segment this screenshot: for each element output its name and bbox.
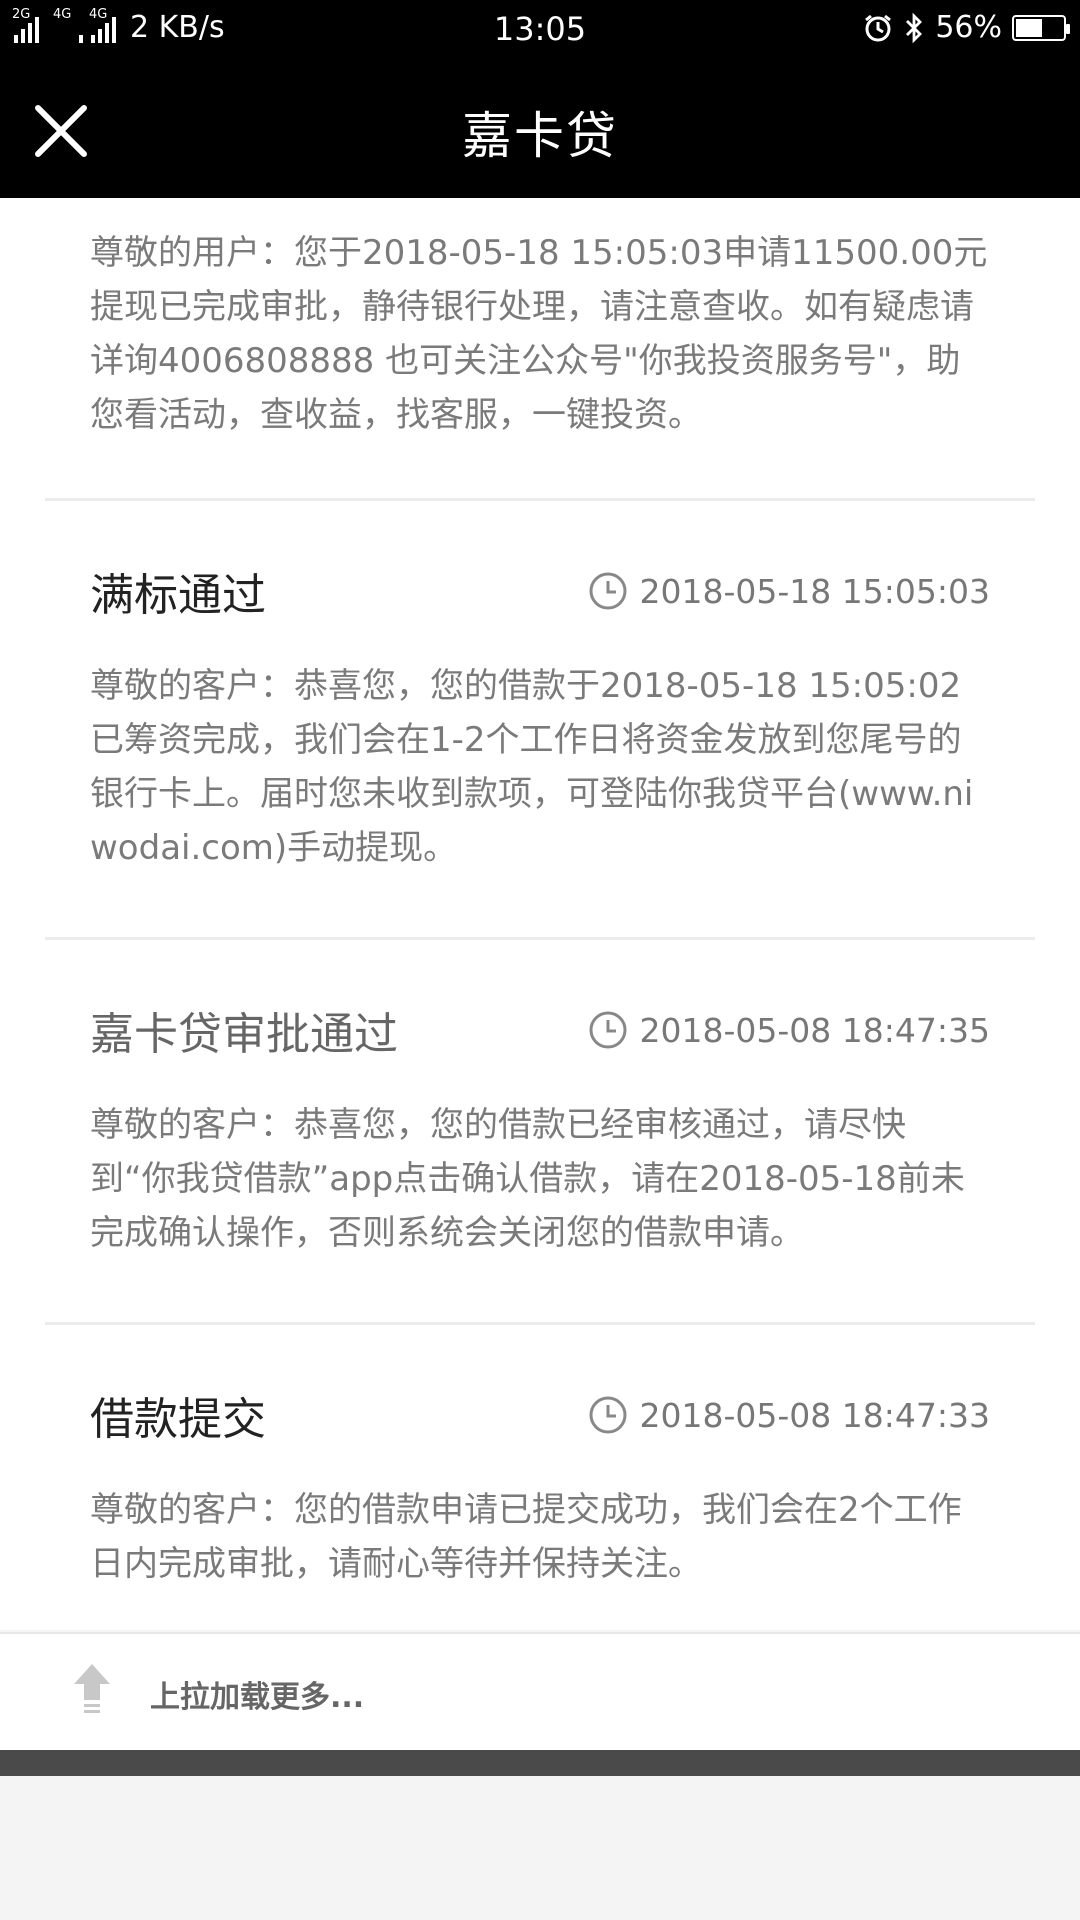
- message-body: 尊敬的客户：您的借款申请已提交成功，我们会在2个工作日内完成审批，请耐心等待并保…: [90, 1490, 962, 1584]
- message-time: 2018-05-08 18:47:35: [588, 1010, 990, 1050]
- title-bar: 嘉卡贷: [0, 56, 1080, 198]
- message-body: 尊敬的用户：您于2018-05-18 15:05:03申请11500.00元提现…: [90, 233, 988, 435]
- load-more-bar[interactable]: 上拉加载更多...: [0, 1632, 1080, 1752]
- status-bar: 2G 4G 4G 2 KB/s 13:05 56%: [0, 0, 1080, 56]
- message-title: 满标通过: [90, 570, 266, 621]
- message-body: 尊敬的客户：恭喜您，您的借款于2018-05-18 15:05:02已筹资完成，…: [90, 666, 974, 868]
- message-time-text: 2018-05-18 15:05:03: [639, 571, 990, 611]
- message-time-text: 2018-05-08 18:47:33: [639, 1395, 990, 1435]
- message-body: 尊敬的客户：恭喜您，您的借款已经审核通过，请尽快到“你我贷借款”app点击确认借…: [90, 1105, 965, 1253]
- page-title: 嘉卡贷: [462, 107, 618, 165]
- message-time: 2018-05-18 15:05:03: [588, 571, 990, 611]
- battery-level: [1016, 18, 1042, 37]
- battery-percent: 56%: [935, 10, 1002, 45]
- divider: [0, 1750, 1080, 1776]
- message-item: 尊敬的用户：您于2018-05-18 15:05:03申请11500.00元提现…: [45, 226, 1035, 501]
- message-item: 借款提交 2018-05-08 18:47:33 尊敬的客户：您的借款申请已提交…: [45, 1325, 1035, 1630]
- message-title: 借款提交: [90, 1394, 266, 1445]
- message-title: 嘉卡贷审批通过: [90, 1009, 398, 1060]
- clock-icon: [589, 572, 627, 610]
- alarm-icon: [865, 14, 892, 41]
- message-item: 满标通过 2018-05-18 15:05:03 尊敬的客户：恭喜您，您的借款于…: [45, 501, 1035, 940]
- battery-icon: [1012, 14, 1070, 41]
- message-item: 嘉卡贷审批通过 2018-05-08 18:47:35 尊敬的客户：恭喜您，您的…: [45, 940, 1035, 1325]
- clock-icon: [589, 1396, 627, 1434]
- bluetooth-icon: [906, 12, 923, 43]
- bottom-area: [0, 1776, 1080, 1920]
- message-time: 2018-05-08 18:47:33: [588, 1395, 990, 1435]
- status-right: 56%: [863, 10, 1070, 45]
- clock-icon: [589, 1011, 627, 1049]
- arrow-up-icon: [74, 1664, 110, 1713]
- load-more-text: 上拉加载更多...: [150, 1680, 365, 1715]
- message-time-text: 2018-05-08 18:47:35: [639, 1010, 990, 1050]
- message-list[interactable]: 尊敬的用户：您于2018-05-18 15:05:03申请11500.00元提现…: [0, 198, 1080, 1630]
